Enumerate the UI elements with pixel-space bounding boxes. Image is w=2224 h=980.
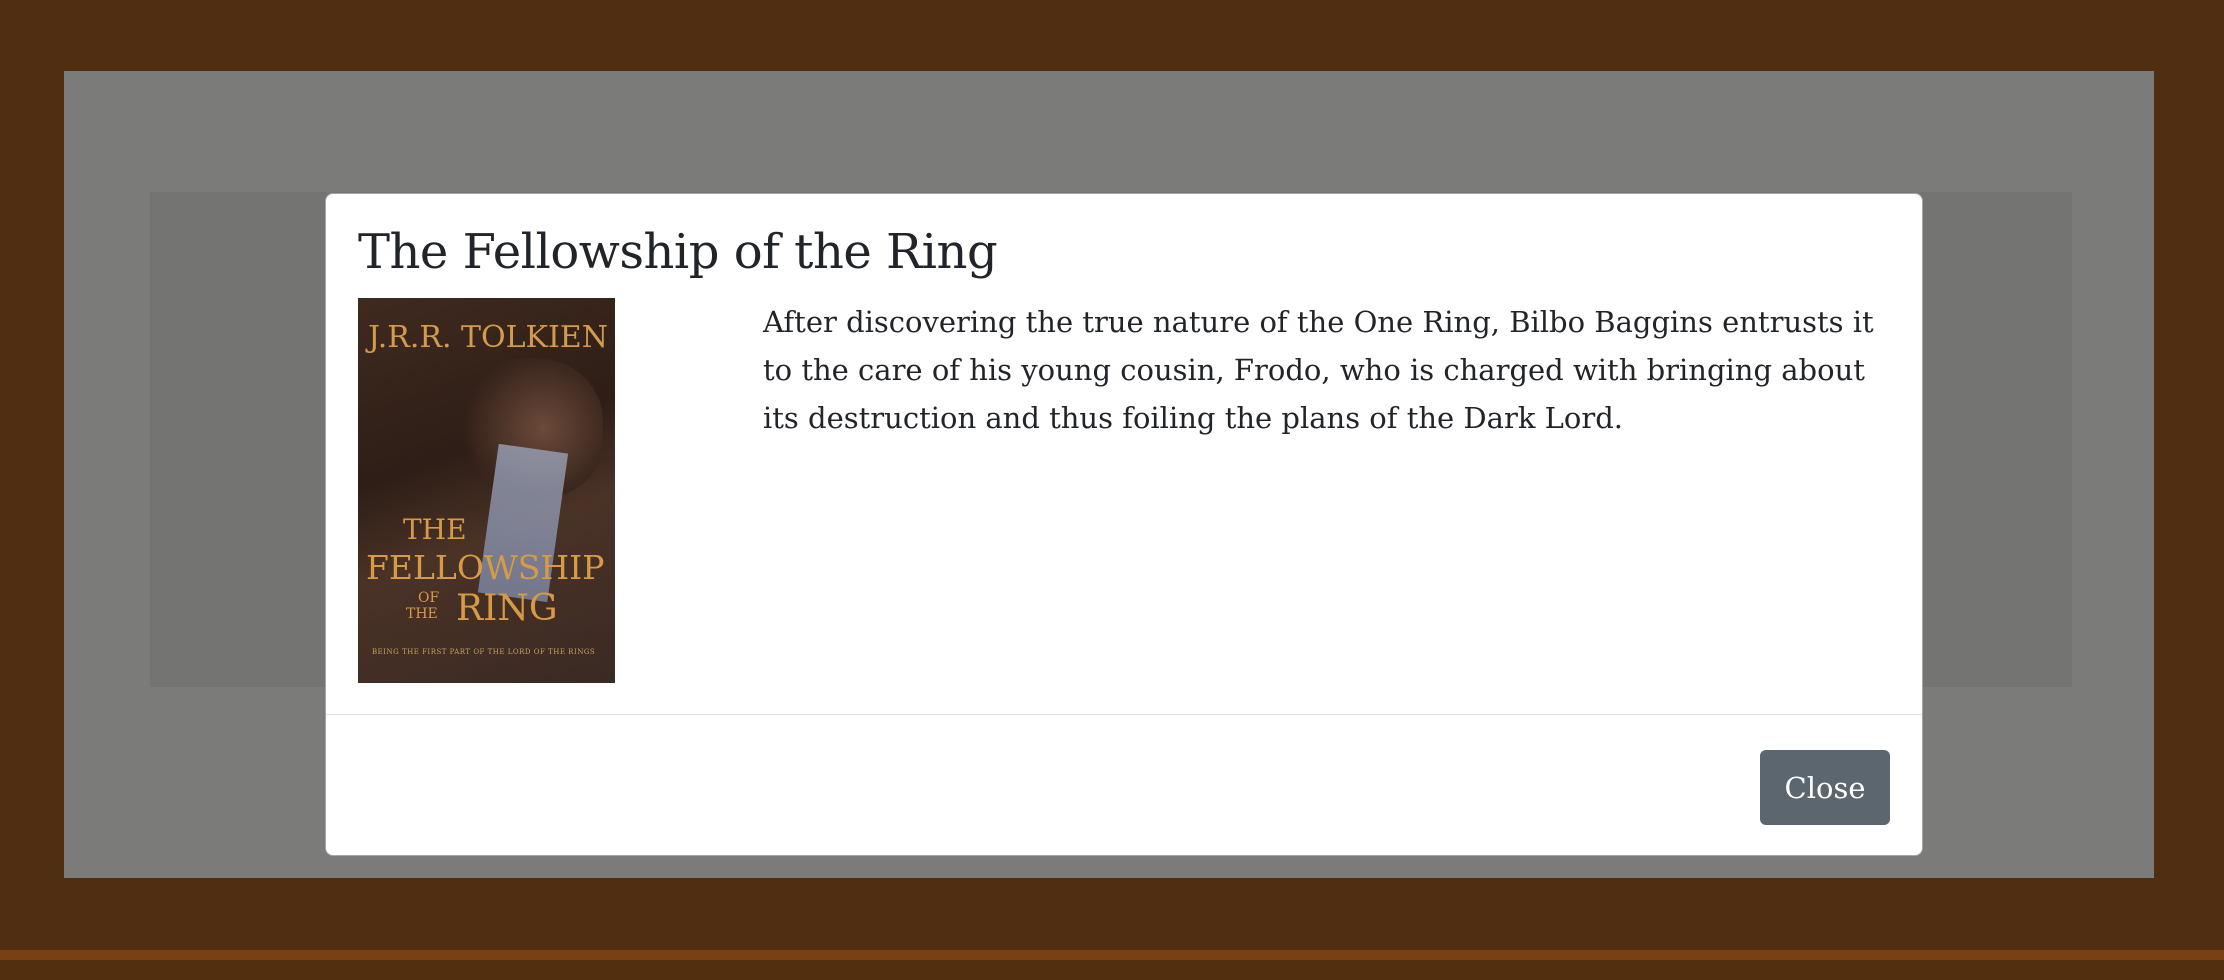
cover-title-the: THE	[403, 513, 467, 546]
modal-footer-divider	[326, 714, 1922, 715]
cover-title-ring: RING	[456, 588, 558, 629]
cover-tagline: BEING THE FIRST PART OF THE LORD OF THE …	[372, 648, 596, 656]
cover-author: J.R.R. TOLKIEN	[368, 320, 608, 355]
cover-title-the-small: THE	[406, 606, 438, 622]
bottom-accent-bar	[0, 950, 2224, 960]
modal-title: The Fellowship of the Ring	[358, 224, 998, 280]
cover-title-fellowship: FELLOWSHIP	[366, 548, 605, 587]
app-frame: The Fellowship of the Ring J.R.R. TOLKIE…	[0, 0, 2224, 980]
close-button[interactable]: Close	[1760, 750, 1890, 825]
bottom-strip	[0, 960, 2224, 980]
cover-title-of: OF	[418, 590, 440, 606]
book-detail-modal: The Fellowship of the Ring J.R.R. TOLKIE…	[325, 193, 1923, 856]
book-cover-image: J.R.R. TOLKIEN THE FELLOWSHIP OF THE RIN…	[358, 298, 615, 683]
book-description: After discovering the true nature of the…	[763, 305, 1874, 435]
